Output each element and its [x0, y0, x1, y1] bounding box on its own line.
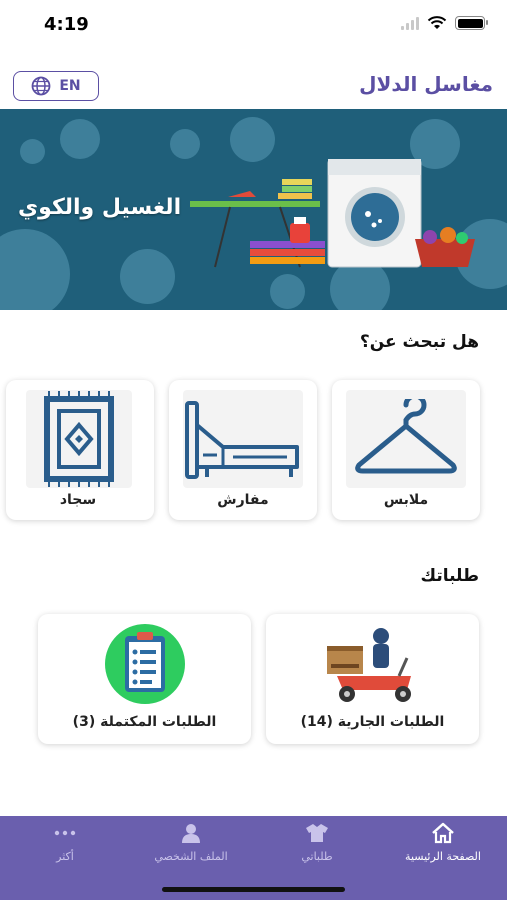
- category-label: ملابس: [383, 492, 429, 508]
- tab-label: الملف الشخصي: [154, 850, 228, 863]
- tab-profile[interactable]: الملف الشخصي: [136, 822, 246, 872]
- status-bar: 4:19: [0, 0, 507, 52]
- app-header: EN مغاسل الدلال: [0, 64, 507, 108]
- tshirt-icon: [306, 824, 328, 842]
- order-card-image: [95, 624, 195, 704]
- tab-label: الصفحة الرئيسية: [405, 850, 481, 863]
- home-icon: [432, 822, 454, 844]
- category-label: سجاد: [59, 492, 97, 508]
- bottom-tab-bar: الصفحة الرئيسية طلباتي الملف الشخصي أكثر: [0, 816, 507, 900]
- tab-label: طلباتي: [301, 850, 333, 863]
- banner-title: الغسيل والكوي: [18, 195, 182, 220]
- current-orders-card[interactable]: الطلبات الجارية (14): [266, 614, 479, 744]
- bed-icon: [185, 401, 299, 479]
- cellular-signal-icon: [401, 16, 419, 30]
- orders-section-title: طلباتك: [420, 566, 480, 586]
- status-icons: [401, 16, 488, 30]
- tab-home[interactable]: الصفحة الرئيسية: [388, 822, 498, 872]
- washing-machine-illustration: [190, 159, 475, 268]
- tab-my-orders[interactable]: طلباتي: [262, 822, 372, 872]
- category-card-bedding[interactable]: مفارش: [169, 380, 317, 520]
- completed-orders-card[interactable]: الطلبات المكتملة (3): [38, 614, 251, 744]
- search-section-title: هل تبحث عن؟: [359, 332, 479, 352]
- globe-icon: [31, 76, 51, 96]
- carpet-icon: [44, 391, 114, 487]
- category-card-carpets[interactable]: سجاد: [6, 380, 154, 520]
- status-time: 4:19: [44, 14, 89, 35]
- category-image: [346, 390, 466, 488]
- completed-orders-label: الطلبات المكتملة (3): [72, 714, 217, 730]
- app-title: مغاسل الدلال: [359, 72, 493, 96]
- category-card-clothes[interactable]: ملابس: [332, 380, 480, 520]
- more-dots-icon: [54, 830, 76, 836]
- category-label: مفارش: [217, 492, 269, 508]
- tab-more[interactable]: أكثر: [10, 822, 120, 872]
- battery-icon: [455, 16, 488, 30]
- promo-banner[interactable]: الغسيل والكوي: [0, 109, 507, 310]
- tab-label: أكثر: [56, 850, 74, 863]
- category-image: [26, 390, 132, 488]
- language-button-label: EN: [59, 78, 81, 94]
- hanger-icon: [355, 399, 457, 474]
- category-image: [183, 390, 303, 488]
- user-icon: [182, 824, 200, 843]
- wifi-icon: [427, 16, 447, 29]
- delivery-scooter-icon: [326, 628, 411, 702]
- home-screen: 4:19 EN مغاسل الدلال الغسيل والكوي هل تب…: [0, 0, 507, 900]
- language-button[interactable]: EN: [13, 71, 99, 101]
- clipboard-checklist-icon: [104, 624, 185, 704]
- current-orders-label: الطلبات الجارية (14): [300, 714, 445, 730]
- home-indicator: [162, 887, 345, 892]
- order-card-image: [323, 624, 423, 704]
